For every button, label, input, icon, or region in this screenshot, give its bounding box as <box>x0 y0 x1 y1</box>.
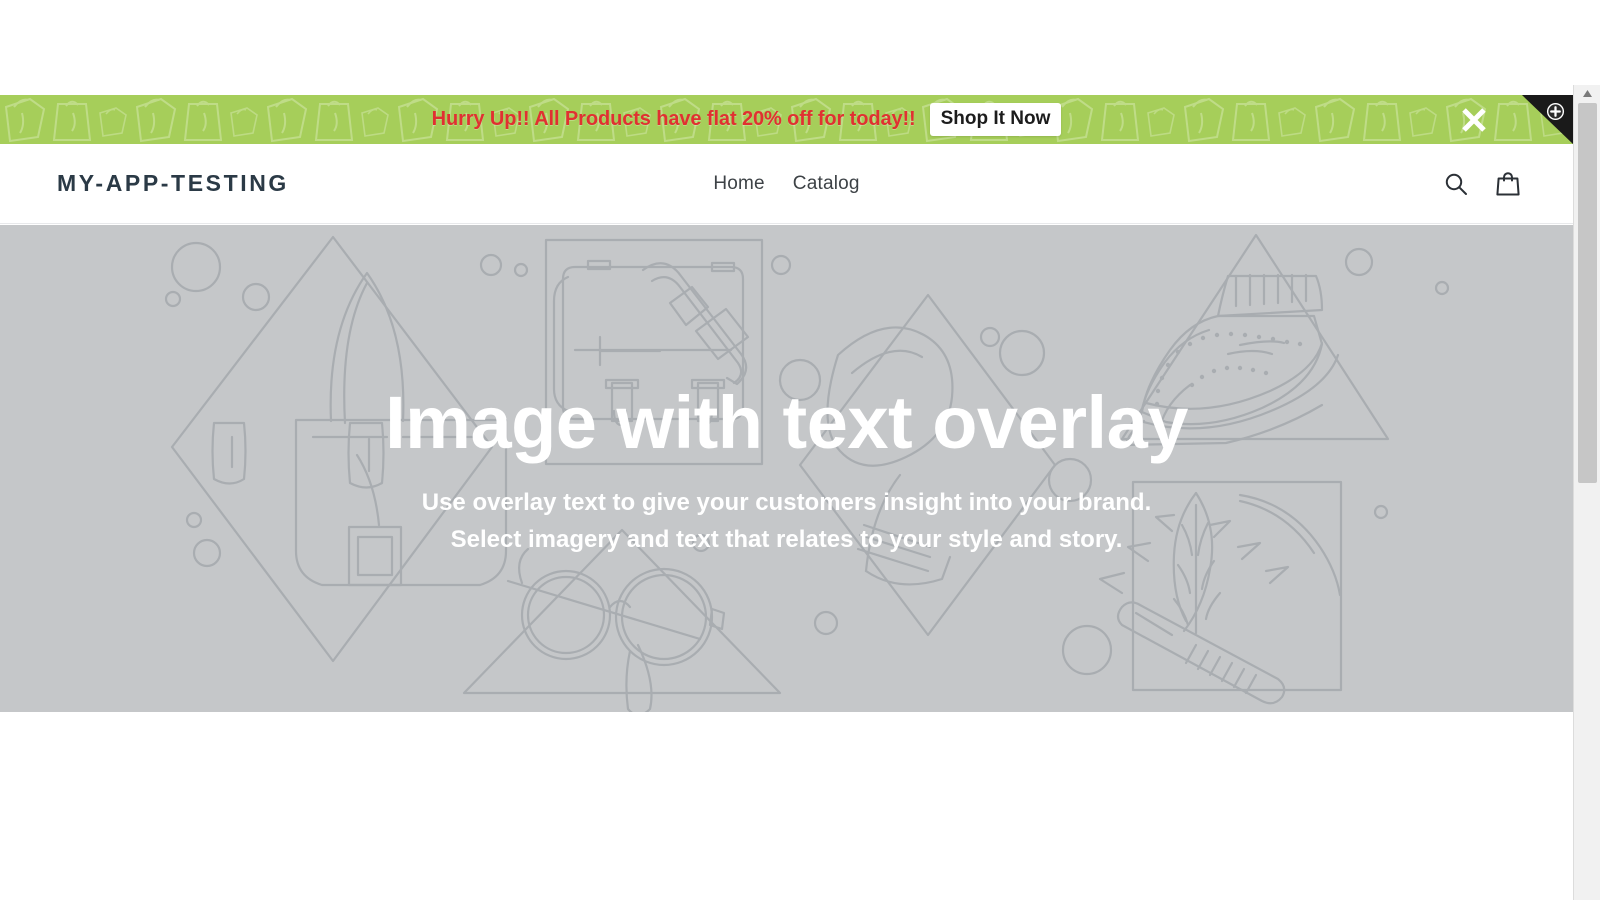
search-icon[interactable] <box>1443 171 1469 197</box>
promo-content: Hurry Up!! All Products have flat 20% of… <box>432 103 1062 136</box>
promo-message: Hurry Up!! All Products have flat 20% of… <box>431 108 916 130</box>
shopping-bag-icon[interactable] <box>1495 170 1521 198</box>
page-scrollbar[interactable] <box>1573 85 1600 900</box>
close-icon[interactable] <box>1457 103 1491 137</box>
hero-subtitle-line-2: Select imagery and text that relates to … <box>450 526 1123 554</box>
store-logo[interactable]: MY-APP-TESTING <box>57 170 289 197</box>
app-settings-corner-badge[interactable] <box>1515 95 1573 144</box>
site-header: MY-APP-TESTING Home Catalog <box>0 144 1573 224</box>
browser-viewport: Hurry Up!! All Products have flat 20% of… <box>0 0 1600 900</box>
hero-subtitle-line-1: Use overlay text to give your customers … <box>421 489 1152 517</box>
hero-banner: Image with text overlay Use overlay text… <box>0 225 1573 712</box>
promo-banner: Hurry Up!! All Products have flat 20% of… <box>0 95 1573 144</box>
shop-it-now-button[interactable]: Shop It Now <box>929 103 1062 136</box>
scrollbar-up-arrow-icon[interactable] <box>1574 85 1600 102</box>
page-body-below-hero <box>0 712 1573 900</box>
header-icon-group <box>1443 170 1521 198</box>
hero-text-overlay: Image with text overlay Use overlay text… <box>0 225 1573 712</box>
main-navigation: Home Catalog <box>713 173 859 195</box>
nav-link-catalog[interactable]: Catalog <box>793 173 860 195</box>
nav-link-home[interactable]: Home <box>713 173 764 195</box>
scrollbar-thumb[interactable] <box>1578 103 1597 483</box>
hero-title: Image with text overlay <box>385 381 1188 465</box>
plus-circle-icon <box>1546 102 1565 121</box>
hero-subtitle: Use overlay text to give your customers … <box>422 484 1152 558</box>
storefront-page: Hurry Up!! All Products have flat 20% of… <box>0 0 1573 900</box>
